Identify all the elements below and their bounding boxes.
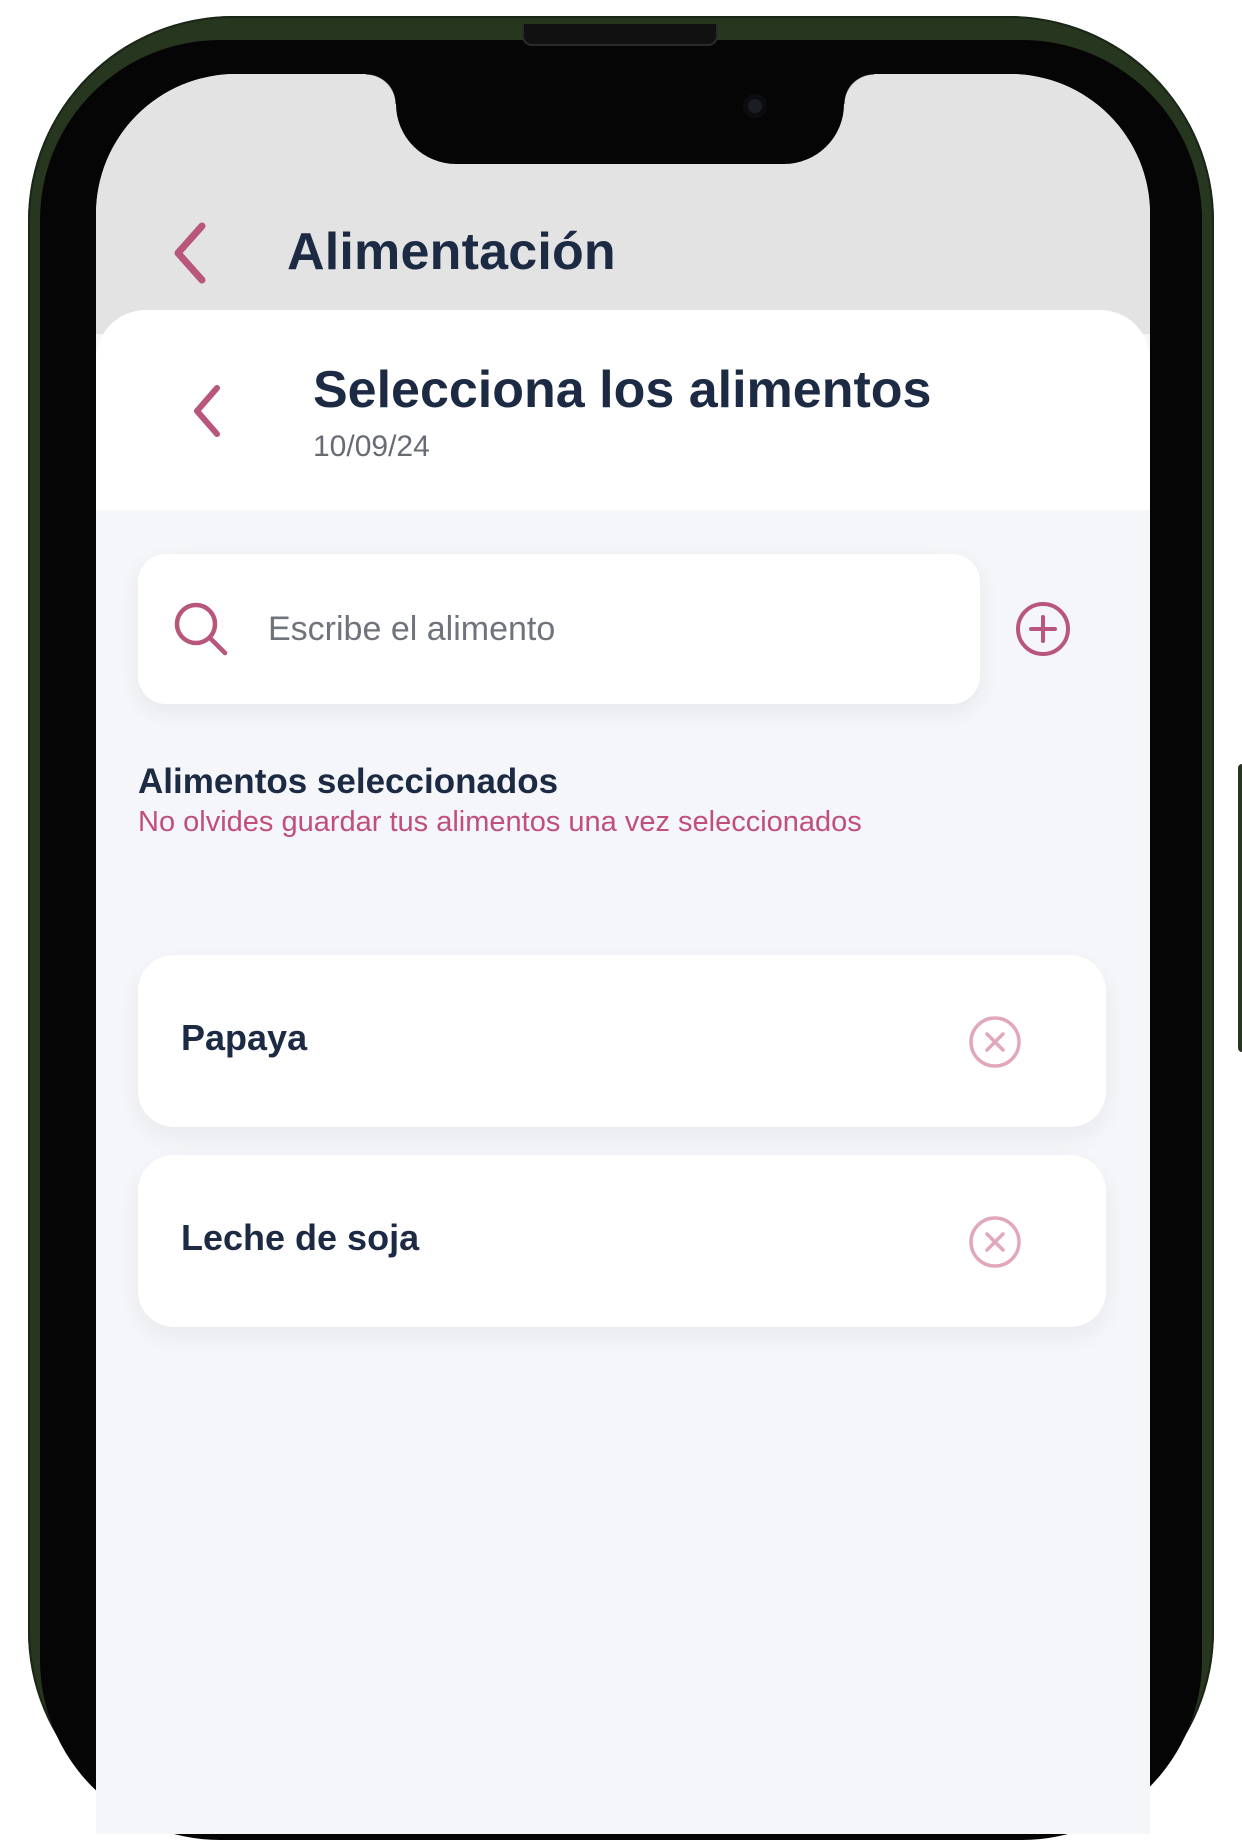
plus-circle-icon [1016,602,1070,656]
sheet-header: Selecciona los alimentos 10/09/24 [96,310,1150,510]
chevron-left-icon [194,385,220,437]
close-circle-icon [969,1016,1021,1068]
remove-food-button[interactable] [968,1015,1022,1069]
search-box [138,554,980,704]
power-button [1238,764,1242,1052]
sheet-title: Selecciona los alimentos [313,361,932,419]
app-title: Alimentación [287,223,616,281]
list-item: Leche de soja [138,1155,1106,1327]
back-button[interactable] [170,220,210,286]
select-foods-sheet: Selecciona los alimentos 10/09/24 Alimen… [96,310,1150,1834]
selected-foods-title: Alimentos seleccionados [138,762,559,801]
list-item: Papaya [138,955,1106,1127]
notch [366,74,874,164]
search-input[interactable] [266,594,946,664]
close-circle-icon [969,1216,1021,1268]
chevron-left-icon [174,222,206,284]
add-food-button[interactable] [1014,600,1072,658]
sheet-back-button[interactable] [189,382,225,440]
sheet-date: 10/09/24 [313,430,430,463]
screen: Alimentación Selecciona los alimentos 10… [96,74,1150,1834]
food-name: Papaya [181,1017,308,1058]
search-icon [174,602,228,656]
remove-food-button[interactable] [968,1215,1022,1269]
food-name: Leche de soja [181,1217,420,1258]
speaker-grill [522,24,718,46]
front-camera [743,94,767,118]
selected-foods-hint: No olvides guardar tus alimentos una vez… [138,806,862,838]
